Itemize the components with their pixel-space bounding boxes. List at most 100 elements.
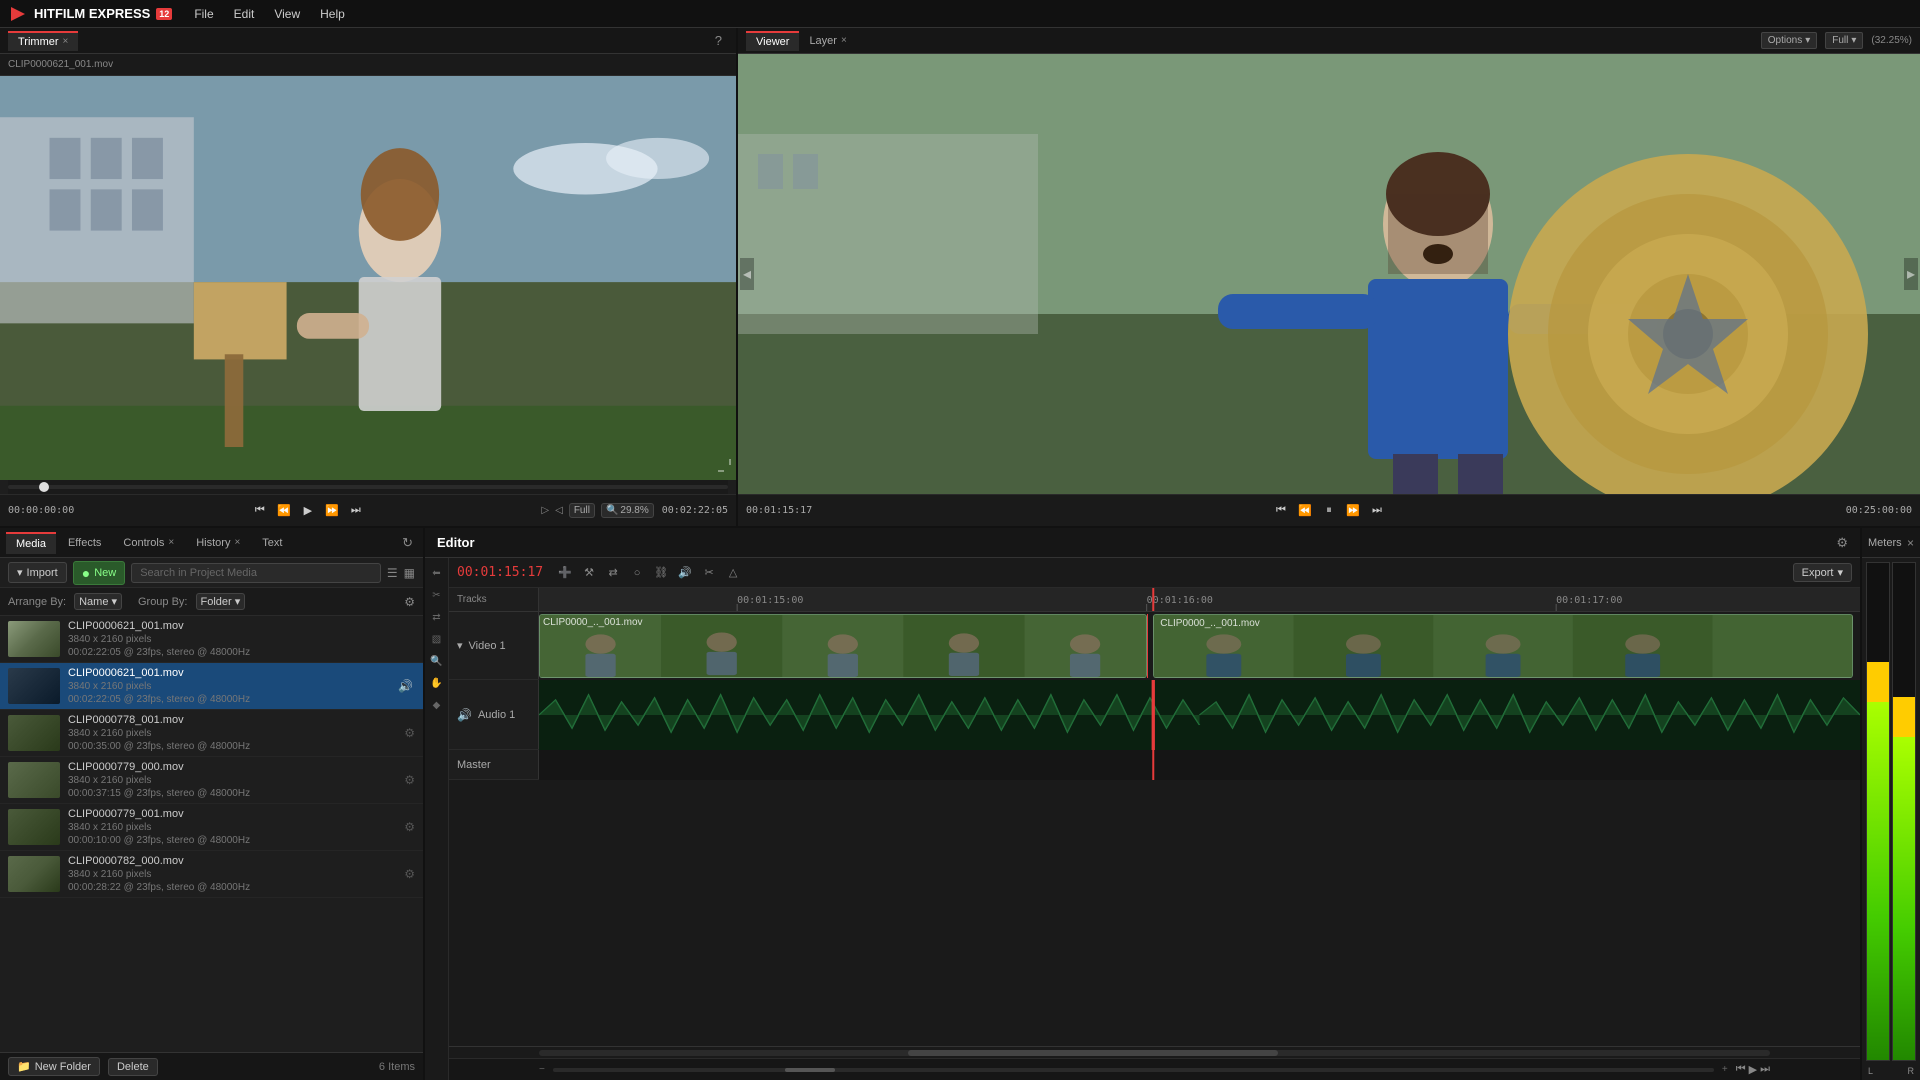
timeline-zoom-in-icon[interactable]: + (1722, 1064, 1728, 1075)
scroll-track[interactable] (539, 1050, 1770, 1056)
editor-tool-hand[interactable]: ✋ (428, 674, 446, 692)
timeline-skip-end[interactable]: ⏭ (1760, 1063, 1770, 1076)
trimmer-panel-help[interactable]: ? (709, 33, 728, 48)
tab-history-close[interactable]: × (234, 537, 240, 548)
list-item[interactable]: CLIP0000778_001.mov 3840 x 2160 pixels 0… (0, 710, 423, 757)
editor-tool-slip[interactable]: ▧ (428, 630, 446, 648)
tab-controls-label: Controls (123, 537, 164, 549)
menu-edit[interactable]: Edit (226, 4, 263, 24)
new-folder-button[interactable]: 📁 New Folder (8, 1057, 100, 1076)
editor-clip-icon[interactable]: ✂ (699, 563, 719, 583)
import-button[interactable]: ▾ Import (8, 562, 67, 583)
list-item[interactable]: CLIP0000779_001.mov 3840 x 2160 pixels 0… (0, 804, 423, 851)
video1-content[interactable]: CLIP0000_.._001.mov CLIP0000_.._001.mov (539, 612, 1860, 680)
timeline-play-btn[interactable]: ▶ (1749, 1063, 1757, 1076)
video1-chevron[interactable]: ▾ (457, 639, 463, 652)
trimmer-scrubber[interactable] (8, 480, 728, 494)
trimmer-play-btn[interactable]: ▶ (298, 501, 318, 521)
import-label: Import (27, 567, 58, 579)
timeline-zoom-out-icon[interactable]: − (539, 1064, 545, 1075)
export-button[interactable]: Export ▾ (1793, 563, 1852, 582)
trimmer-tab[interactable]: Trimmer × (8, 31, 78, 51)
editor-audio-icon[interactable]: 🔊 (675, 563, 695, 583)
tab-history[interactable]: History × (186, 533, 250, 553)
viewer-options-btn[interactable]: Options ▾ (1761, 32, 1818, 49)
list-item[interactable]: CLIP0000779_000.mov 3840 x 2160 pixels 0… (0, 757, 423, 804)
trimmer-out-point-icon[interactable]: ◁ (555, 505, 563, 516)
media-gear-icon-2[interactable]: ⚙ (404, 726, 415, 740)
ruler-content[interactable]: 00:01:15:00 00:01:16:00 00:01:17:00 (539, 588, 1860, 611)
audio1-speaker-icon[interactable]: 🔊 (457, 708, 472, 722)
viewer-skip-start-btn[interactable]: ⏮ (1271, 501, 1291, 521)
editor-tool-blade[interactable]: ✂ (428, 586, 446, 604)
tab-controls[interactable]: Controls × (113, 533, 184, 553)
trimmer-skip-end-btn[interactable]: ⏭ (346, 501, 366, 521)
editor-tool-cursor[interactable]: ⬅ (428, 564, 446, 582)
new-button[interactable]: ● New (73, 561, 125, 585)
editor-tools-icon[interactable]: ⚒ (579, 563, 599, 583)
media-gear-icon-3[interactable]: ⚙ (404, 773, 415, 787)
scroll-thumb[interactable] (908, 1050, 1277, 1056)
trimmer-skip-start-btn[interactable]: ⏮ (250, 501, 270, 521)
timeline-zoom-slider[interactable] (553, 1068, 1714, 1072)
editor-link-icon[interactable]: ⛓ (651, 563, 671, 583)
list-item[interactable]: CLIP0000621_001.mov 3840 x 2160 pixels 0… (0, 663, 423, 710)
video-clip-1[interactable] (539, 614, 1147, 678)
list-item[interactable]: CLIP0000621_001.mov 3840 x 2160 pixels 0… (0, 616, 423, 663)
viewer-skip-end-btn[interactable]: ⏭ (1367, 501, 1387, 521)
editor-settings-icon[interactable]: ⚙ (1836, 535, 1848, 550)
media-gear-icon-5[interactable]: ⚙ (404, 867, 415, 881)
editor-tool-snap[interactable]: ◆ (428, 696, 446, 714)
editor-tool-ripple[interactable]: ⇄ (428, 608, 446, 626)
arrange-select[interactable]: Name ▾ (74, 593, 122, 610)
trimmer-in-point-icon[interactable]: ▷ (541, 505, 549, 516)
master-content[interactable] (539, 750, 1860, 780)
tab-effects[interactable]: Effects (58, 533, 111, 553)
search-input[interactable] (131, 563, 381, 583)
trimmer-prev-frame-btn[interactable]: ⏪ (274, 501, 294, 521)
viewer-pause-btn[interactable]: ⏸ (1319, 501, 1339, 521)
tab-controls-close[interactable]: × (168, 537, 174, 548)
zoom-slider-thumb[interactable] (785, 1068, 835, 1072)
timeline-skip-start[interactable]: ⏮ (1736, 1063, 1746, 1076)
viewer-prev-frame-btn[interactable]: ⏪ (1295, 501, 1315, 521)
video-clip-2[interactable]: CLIP0000_.._001.mov (1153, 614, 1853, 678)
editor-header: Editor ⚙ (425, 528, 1860, 558)
editor-ripple-icon[interactable]: ⇄ (603, 563, 623, 583)
viewer-prev-btn[interactable]: ◂ (740, 258, 754, 290)
viewer-full-btn[interactable]: Full ▾ (1825, 32, 1863, 49)
tab-text[interactable]: Text (252, 533, 292, 553)
menu-help[interactable]: Help (312, 4, 353, 24)
view-toggle-grid-icon[interactable]: ▦ (404, 566, 415, 580)
trimmer-close-icon[interactable]: × (63, 36, 69, 47)
timeline-scrollbar[interactable] (449, 1046, 1860, 1058)
viewer-full-label: Full (1832, 35, 1848, 46)
app-logo: HITFILM EXPRESS 12 (8, 4, 172, 24)
viewer-tab-bar: Viewer Layer × Options ▾ Full ▾ (32.25%) (738, 28, 1920, 54)
delete-button[interactable]: Delete (108, 1058, 158, 1076)
view-toggle-list-icon[interactable]: ☰ (387, 566, 398, 580)
viewer-tab[interactable]: Viewer (746, 31, 799, 51)
trimmer-playhead[interactable] (39, 482, 49, 492)
media-settings-icon[interactable]: ⚙ (404, 595, 415, 609)
layer-tab-close[interactable]: × (841, 35, 847, 46)
group-select[interactable]: Folder ▾ (196, 593, 246, 610)
layer-tab[interactable]: Layer × (799, 32, 856, 50)
trimmer-zoom-control[interactable]: Full (569, 503, 595, 518)
editor-tool-zoom[interactable]: 🔍 (428, 652, 446, 670)
audio1-content[interactable] (539, 680, 1860, 750)
editor-snap-icon[interactable]: ○ (627, 563, 647, 583)
menu-file[interactable]: File (186, 4, 221, 24)
trimmer-zoom-percent[interactable]: 🔍 29.8% (601, 503, 654, 518)
left-panel-refresh-icon[interactable]: ↻ (398, 535, 417, 551)
editor-add-track-icon[interactable]: ➕ (555, 563, 575, 583)
viewer-next-btn[interactable]: ▸ (1904, 258, 1918, 290)
list-item[interactable]: CLIP0000782_000.mov 3840 x 2160 pixels 0… (0, 851, 423, 898)
tab-media[interactable]: Media (6, 532, 56, 554)
viewer-next-frame-btn[interactable]: ⏩ (1343, 501, 1363, 521)
meters-close-btn[interactable]: × (1907, 536, 1914, 550)
menu-view[interactable]: View (266, 4, 308, 24)
editor-mark-icon[interactable]: △ (723, 563, 743, 583)
media-gear-icon-4[interactable]: ⚙ (404, 820, 415, 834)
trimmer-next-frame-btn[interactable]: ⏩ (322, 501, 342, 521)
